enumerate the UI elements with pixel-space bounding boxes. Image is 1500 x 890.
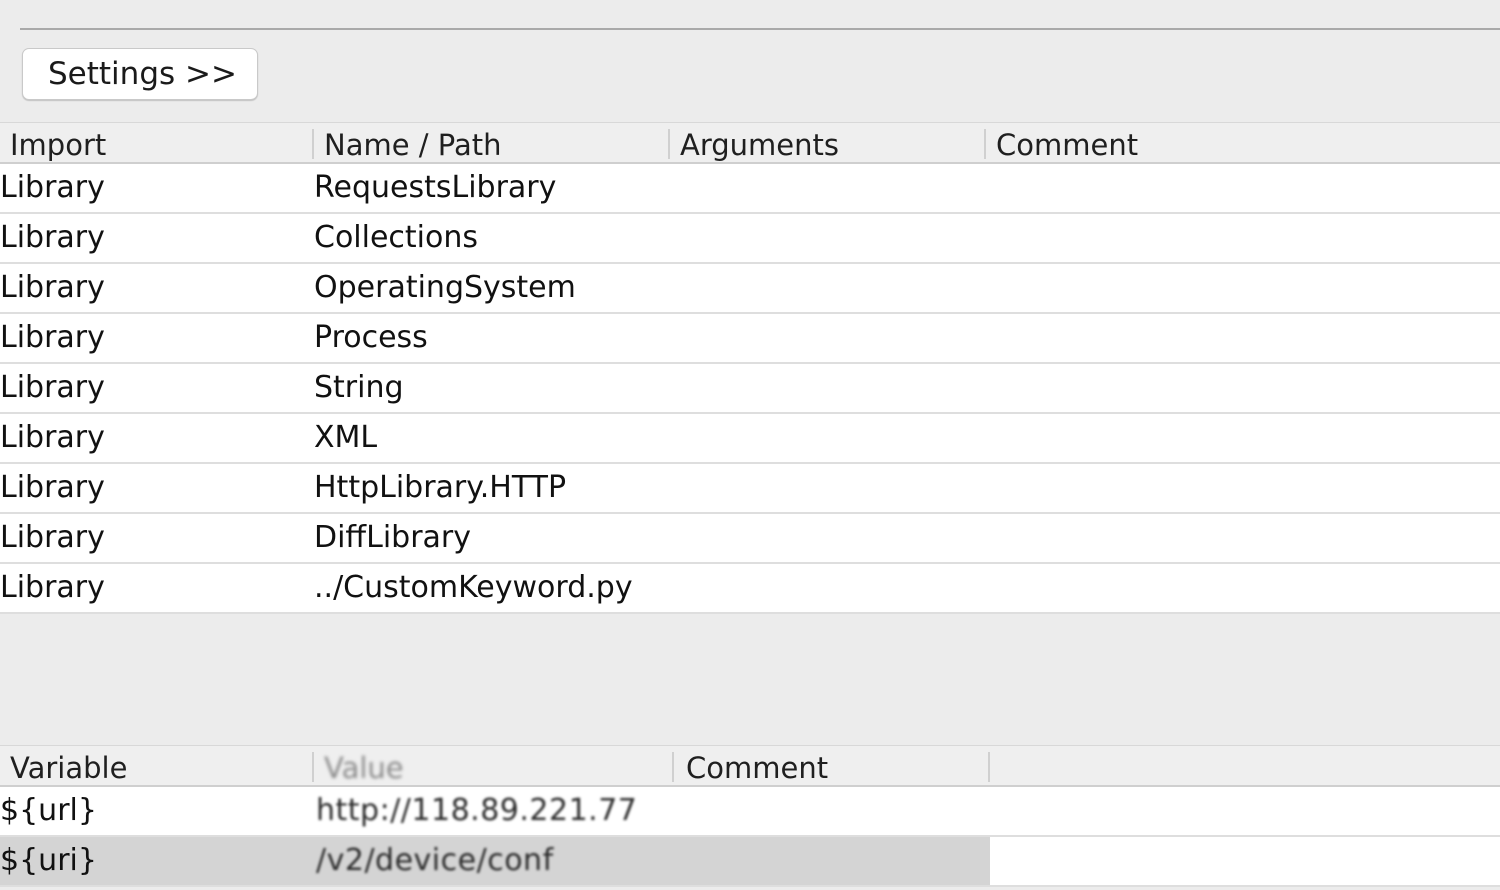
import-name-cell[interactable]: HttpLibrary.HTTP [314, 464, 566, 512]
imports-header-row: Import Name / Path Arguments Comment [0, 122, 1500, 164]
import-type-cell[interactable]: Library [0, 264, 105, 312]
variable-name-cell[interactable]: ${uri} [0, 837, 97, 885]
table-row[interactable]: Library XML [0, 414, 1500, 464]
table-row[interactable]: ${url} http://118.89.221.77 [0, 787, 1500, 837]
table-row[interactable]: Library Collections [0, 214, 1500, 264]
column-header-variable[interactable]: Variable [0, 746, 127, 786]
column-header-import[interactable]: Import [0, 123, 106, 163]
variable-value-cell[interactable]: http://118.89.221.77 [316, 787, 637, 835]
import-name-cell[interactable]: Collections [314, 214, 478, 262]
column-header-value[interactable]: Value [314, 746, 404, 786]
import-name-cell[interactable]: RequestsLibrary [314, 164, 556, 212]
table-row[interactable]: Library Process [0, 314, 1500, 364]
import-type-cell[interactable]: Library [0, 314, 105, 362]
variables-table: Variable Value Comment ${url} http://118… [0, 745, 1500, 887]
import-name-cell[interactable]: DiffLibrary [314, 514, 471, 562]
variable-name-cell[interactable]: ${url} [0, 787, 97, 835]
column-header-name-path[interactable]: Name / Path [314, 123, 501, 163]
table-row-selected[interactable]: ${uri} /v2/device/conf [0, 837, 1500, 887]
import-name-cell[interactable]: String [314, 364, 404, 412]
imports-table: Import Name / Path Arguments Comment Lib… [0, 122, 1500, 614]
column-header-comment[interactable]: Comment [676, 746, 828, 786]
column-header-arguments[interactable]: Arguments [670, 123, 839, 163]
import-name-cell[interactable]: OperatingSystem [314, 264, 576, 312]
import-type-cell[interactable]: Library [0, 214, 105, 262]
import-name-cell[interactable]: Process [314, 314, 428, 362]
variables-header-row: Variable Value Comment [0, 745, 1500, 787]
table-row[interactable]: Library String [0, 364, 1500, 414]
import-type-cell[interactable]: Library [0, 364, 105, 412]
top-divider [20, 28, 1500, 30]
import-name-cell[interactable]: XML [314, 414, 377, 462]
import-type-cell[interactable]: Library [0, 414, 105, 462]
import-type-cell[interactable]: Library [0, 464, 105, 512]
column-separator[interactable] [672, 752, 674, 782]
settings-button[interactable]: Settings >> [22, 48, 258, 100]
table-row[interactable]: Library DiffLibrary [0, 514, 1500, 564]
table-row[interactable]: Library ../CustomKeyword.py [0, 564, 1500, 614]
table-row[interactable]: Library OperatingSystem [0, 264, 1500, 314]
import-type-cell[interactable]: Library [0, 564, 105, 612]
table-row[interactable]: Library RequestsLibrary [0, 164, 1500, 214]
table-row[interactable]: Library HttpLibrary.HTTP [0, 464, 1500, 514]
import-type-cell[interactable]: Library [0, 164, 105, 212]
column-header-comment[interactable]: Comment [986, 123, 1138, 163]
import-name-cell[interactable]: ../CustomKeyword.py [314, 564, 633, 612]
column-separator[interactable] [988, 752, 990, 782]
import-type-cell[interactable]: Library [0, 514, 105, 562]
variable-value-cell[interactable]: /v2/device/conf [316, 837, 554, 885]
